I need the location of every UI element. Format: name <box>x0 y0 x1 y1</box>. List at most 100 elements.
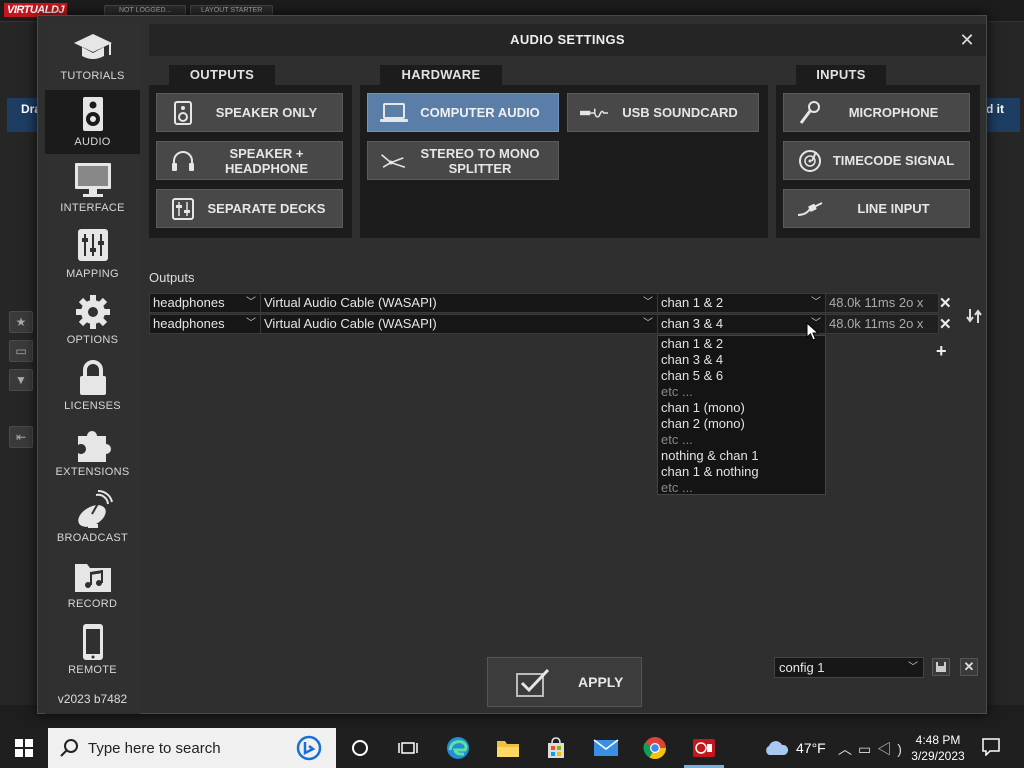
dropdown-option[interactable]: etc ... <box>658 384 825 400</box>
swap-outputs-icon[interactable] <box>966 308 982 324</box>
select-value: config 1 <box>779 660 825 675</box>
output-info: 48.0k 11ms 2o x <box>825 293 939 313</box>
dropdown-option[interactable]: chan 3 & 4 <box>658 352 825 368</box>
notification-icon[interactable] <box>982 738 1000 756</box>
stereo-to-mono-splitter-button[interactable]: STEREO TO MONO SPLITTER <box>367 141 559 180</box>
weather-temp: 47°F <box>796 740 826 756</box>
sidebar-item-broadcast[interactable]: BROADCAST <box>45 486 140 550</box>
file-explorer-icon[interactable] <box>494 734 522 762</box>
splitter-cable-icon <box>380 147 408 175</box>
chevron-down-icon: ﹀ <box>811 297 821 308</box>
chevron-down-icon: ﹀ <box>643 297 653 308</box>
folder-icon[interactable]: ▭ <box>9 340 33 362</box>
computer-audio-button[interactable]: COMPUTER AUDIO <box>367 93 559 132</box>
button-label: SPEAKER + HEADPHONE <box>224 145 309 176</box>
task-view-icon[interactable] <box>394 734 422 762</box>
taskbar-search[interactable]: Type here to search <box>48 728 336 768</box>
button-label: SPEAKER ONLY <box>215 105 318 120</box>
usb-soundcard-button[interactable]: USB SOUNDCARD <box>567 93 759 132</box>
dropdown-option[interactable]: nothing & chan 1 <box>658 448 825 464</box>
sidebar-item-interface[interactable]: INTERFACE <box>45 156 140 220</box>
mouse-cursor-icon <box>806 322 820 341</box>
mail-icon[interactable] <box>592 734 620 762</box>
cortana-icon[interactable] <box>346 734 374 762</box>
chrome-icon[interactable] <box>641 734 669 762</box>
sidebar-label: INTERFACE <box>60 202 125 214</box>
dropdown-option[interactable]: chan 1 & 2 <box>658 336 825 352</box>
output-channel-select[interactable]: chan 3 & 4 ﹀ <box>657 314 826 334</box>
sliders-icon <box>77 229 108 261</box>
sidebar-label: EXTENSIONS <box>55 466 130 478</box>
sidebar-item-mapping[interactable]: MAPPING <box>45 222 140 286</box>
sidebar-item-extensions[interactable]: EXTENSIONS <box>45 420 140 484</box>
dialog-title: AUDIO SETTINGS <box>510 32 625 47</box>
speaker-headphone-button[interactable]: SPEAKER + HEADPHONE <box>156 141 343 180</box>
remove-output-icon[interactable]: ✕ <box>939 315 952 333</box>
button-label: COMPUTER AUDIO <box>420 105 540 120</box>
back-icon[interactable]: ⇤ <box>9 426 33 448</box>
close-icon[interactable]: ✕ <box>958 31 976 49</box>
add-output-icon[interactable]: + <box>936 341 947 362</box>
sidebar-item-remote[interactable]: REMOTE <box>45 618 140 682</box>
start-button[interactable] <box>0 728 48 768</box>
sidebar-label: LICENSES <box>64 400 121 412</box>
config-select[interactable]: config 1 ﹀ <box>774 657 924 678</box>
virtualdj-app-icon[interactable] <box>690 734 718 762</box>
filter-icon[interactable]: ▼ <box>9 369 33 391</box>
weather-widget[interactable]: 47°F <box>762 736 826 760</box>
dropdown-option[interactable]: chan 1 & nothing <box>658 464 825 480</box>
dropdown-option[interactable]: chan 5 & 6 <box>658 368 825 384</box>
chevron-down-icon: ﹀ <box>643 318 653 329</box>
puzzle-icon <box>77 431 111 462</box>
dropdown-option[interactable]: chan 1 (mono) <box>658 400 825 416</box>
sidebar-item-licenses[interactable]: LICENSES <box>45 354 140 418</box>
microsoft-store-icon[interactable] <box>542 734 570 762</box>
mixer-icon <box>169 195 197 223</box>
save-config-button[interactable] <box>932 658 950 676</box>
sidebar-item-options[interactable]: OPTIONS <box>45 288 140 352</box>
sidebar-label: TUTORIALS <box>60 70 125 82</box>
clock-time: 4:48 PM <box>915 733 961 747</box>
satellite-dish-icon <box>77 490 113 528</box>
output-type-select[interactable]: headphones ﹀ <box>149 314 261 334</box>
line-input-button[interactable]: LINE INPUT <box>783 189 970 228</box>
separate-decks-button[interactable]: SEPARATE DECKS <box>156 189 343 228</box>
timecode-signal-button[interactable]: TIMECODE SIGNAL <box>783 141 970 180</box>
edge-browser-icon[interactable] <box>444 734 472 762</box>
star-icon[interactable]: ★ <box>9 311 33 333</box>
apply-button[interactable]: APPLY <box>487 657 642 707</box>
dropdown-option[interactable]: etc ... <box>658 432 825 448</box>
dropdown-option[interactable]: etc ... <box>658 480 825 496</box>
chevron-down-icon: ﹀ <box>246 318 256 329</box>
select-value: Virtual Audio Cable (WASAPI) <box>264 295 437 310</box>
button-label: TIMECODE SIGNAL <box>832 153 955 168</box>
select-value: headphones <box>153 316 225 331</box>
audio-settings-dialog: TUTORIALS AUDIO INTERFACE MAPPING OPTION… <box>37 15 987 714</box>
search-placeholder: Type here to search <box>88 740 221 757</box>
output-device-select[interactable]: Virtual Audio Cable (WASAPI) ﹀ <box>260 314 658 334</box>
speaker-only-button[interactable]: SPEAKER ONLY <box>156 93 343 132</box>
delete-config-button[interactable]: ✕ <box>960 658 978 676</box>
gear-icon <box>75 295 110 329</box>
sidebar-item-record[interactable]: RECORD <box>45 552 140 616</box>
vinyl-icon <box>796 147 824 175</box>
speaker-icon <box>169 99 197 127</box>
chevron-up-icon[interactable]: ︿ <box>838 741 858 757</box>
sidebar-item-tutorials[interactable]: TUTORIALS <box>45 24 140 88</box>
music-folder-icon <box>74 564 111 592</box>
dropdown-option[interactable]: chan 2 (mono) <box>658 416 825 432</box>
network-icon[interactable]: ▭ <box>858 741 877 757</box>
sidebar-item-audio[interactable]: AUDIO <box>45 90 140 154</box>
checkbox-check-icon <box>516 669 550 697</box>
laptop-icon <box>380 99 408 127</box>
bing-icon[interactable] <box>296 735 322 761</box>
volume-icon[interactable]: ◁) <box>877 741 908 757</box>
output-channel-select[interactable]: chan 1 & 2 ﹀ <box>657 293 826 313</box>
chevron-down-icon: ﹀ <box>246 297 256 308</box>
system-tray[interactable]: ︿▭◁) <box>838 739 908 759</box>
taskbar-clock[interactable]: 4:48 PM 3/29/2023 <box>906 732 970 764</box>
remove-output-icon[interactable]: ✕ <box>939 294 952 312</box>
output-type-select[interactable]: headphones ﹀ <box>149 293 261 313</box>
microphone-button[interactable]: MICROPHONE <box>783 93 970 132</box>
output-device-select[interactable]: Virtual Audio Cable (WASAPI) ﹀ <box>260 293 658 313</box>
